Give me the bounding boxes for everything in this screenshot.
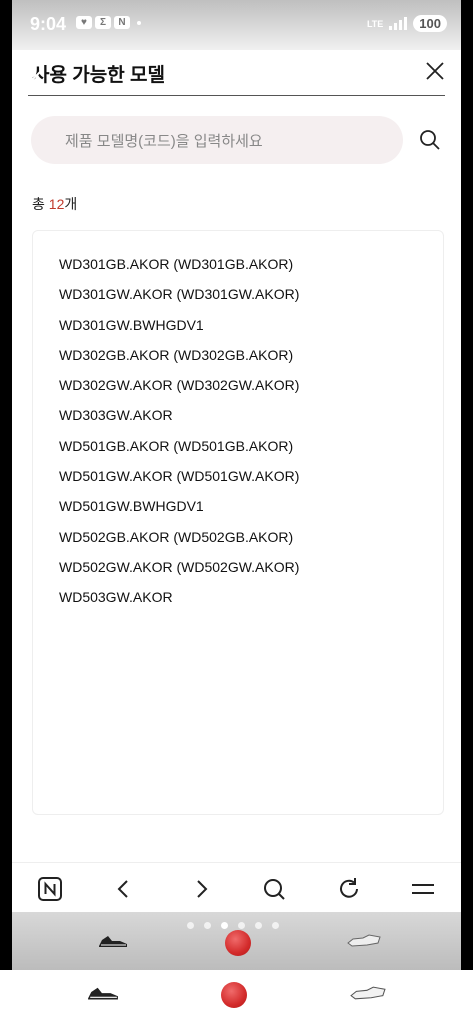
page-title: 사용 가능한 모델 [32,65,165,86]
list-item[interactable]: WD501GW.BWHGDV1 [59,491,443,521]
page-dot [204,922,211,929]
more-dot-icon [137,20,141,25]
status-indicators: ♥ Σ N [76,16,141,29]
forward-icon[interactable] [188,876,214,902]
close-icon[interactable] [423,59,447,83]
list-item[interactable]: WD301GW.AKOR (WD301GW.AKOR) [59,279,443,309]
app-dock [0,970,473,1024]
page-indicator [187,922,279,929]
header-divider [28,95,445,96]
ghost-dock [12,912,461,970]
n-icon: N [114,16,130,29]
search-input[interactable] [31,116,397,166]
status-bar: 9:04 ♥ Σ N LTE 100 [12,0,461,50]
list-item[interactable]: WD302GB.AKOR (WD302GB.AKOR) [59,340,443,370]
ghost-close-icon [28,68,44,84]
page-dot [238,922,245,929]
signal-icon [389,17,408,30]
heart-icon: ♥ [76,16,92,29]
status-right: LTE 100 [367,15,447,32]
red-ball-icon [225,930,251,956]
list-item[interactable]: WD301GW.BWHGDV1 [59,310,443,340]
list-item[interactable]: WD502GB.AKOR (WD502GB.AKOR) [59,522,443,552]
list-item[interactable]: WD303GW.AKOR [59,400,443,430]
app-screen: 9:04 ♥ Σ N LTE 100 사용 가능한 모델 제품 모델명(코드)을… [12,0,461,970]
sneaker-black-icon[interactable] [87,983,119,1001]
page-dot [255,922,262,929]
list-item[interactable]: WD302GW.AKOR (WD302GW.AKOR) [59,370,443,400]
result-count-suffix: 개 [64,196,78,212]
list-item[interactable]: WD501GB.AKOR (WD501GB.AKOR) [59,431,443,461]
sneaker-white-icon [347,934,381,947]
search-icon[interactable] [261,876,287,902]
list-item[interactable]: WD503GW.AKOR [59,582,443,612]
battery-level: 100 [413,15,447,32]
result-count-prefix: 총 [32,196,49,212]
naver-home-icon[interactable] [37,876,63,902]
page-dot [272,922,279,929]
menu-icon[interactable] [410,876,436,902]
result-count-number: 12 [48,196,65,212]
result-count: 총 12개 [32,194,77,214]
browser-toolbar [12,862,461,913]
list-item[interactable]: WD502GW.AKOR (WD502GW.AKOR) [59,552,443,582]
back-icon[interactable] [111,876,137,902]
list-item[interactable]: WD301GB.AKOR (WD301GB.AKOR) [59,249,443,279]
sigma-icon: Σ [95,16,111,29]
network-type: LTE [366,18,384,29]
page-dot-active [221,922,228,929]
status-time: 9:04 [30,14,67,34]
search-field[interactable] [31,116,403,166]
page-dot [187,922,194,929]
sneaker-black-icon [99,936,127,947]
model-list: WD301GB.AKOR (WD301GB.AKOR) WD301GW.AKOR… [32,230,444,815]
refresh-icon[interactable] [336,876,362,902]
search-icon[interactable] [418,128,442,152]
modal-header: 사용 가능한 모델 [12,50,461,96]
sneaker-white-icon[interactable] [350,986,386,1001]
red-ball-icon[interactable] [221,982,247,1008]
list-item[interactable]: WD501GW.AKOR (WD501GW.AKOR) [59,461,443,491]
